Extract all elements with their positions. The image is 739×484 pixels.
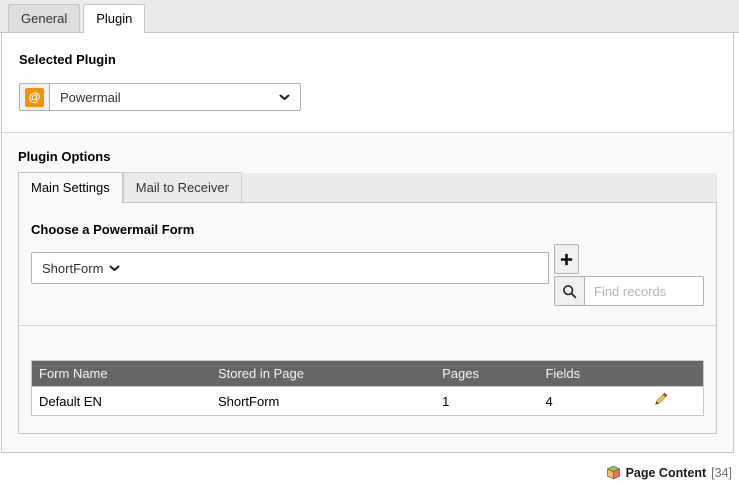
plugin-tab-panel: Selected Plugin @ Powermail Plugin Optio… [1, 33, 734, 453]
record-info-footer: Page Content [34] [0, 465, 732, 480]
edit-record-button[interactable] [653, 392, 668, 407]
cell-stored-in-page: ShortForm [211, 387, 435, 416]
search-button[interactable] [554, 276, 584, 306]
content-cube-icon [606, 465, 621, 480]
selected-plugin-fieldset: Selected Plugin @ Powermail [2, 33, 733, 132]
chevron-down-icon [109, 265, 120, 272]
table-header-row: Form Name Stored in Page Pages Fields [32, 361, 704, 387]
powermail-at-icon: @ [25, 88, 44, 107]
record-type-label: Page Content [626, 466, 707, 480]
main-settings-panel: Choose a Powermail Form ShortForm [18, 203, 717, 434]
choose-form-label: Choose a Powermail Form [31, 222, 704, 237]
plus-icon [560, 253, 573, 266]
record-tabbar: General Plugin [0, 0, 739, 33]
flexform-tabbar: Main Settings Mail to Receiver [18, 173, 717, 203]
cell-fields: 4 [538, 387, 637, 416]
forms-table: Form Name Stored in Page Pages Fields De… [31, 360, 704, 416]
forms-table-section: Form Name Stored in Page Pages Fields De… [19, 326, 716, 433]
find-records-input[interactable] [584, 276, 704, 306]
table-row: Default EN ShortForm 1 4 [32, 387, 704, 416]
edit-pencil-icon [653, 392, 668, 407]
plugin-options-label: Plugin Options [18, 149, 717, 164]
selected-plugin-addon: @ [19, 83, 49, 111]
selected-plugin-select[interactable]: Powermail [49, 83, 301, 111]
tab-plugin[interactable]: Plugin [83, 4, 145, 33]
selected-plugin-value: Powermail [60, 90, 273, 105]
plugin-options-fieldset: Plugin Options Main Settings Mail to Rec… [2, 132, 733, 452]
find-records-group [554, 276, 704, 306]
record-toolbar [554, 244, 704, 306]
add-record-button[interactable] [554, 244, 579, 274]
selected-plugin-label: Selected Plugin [19, 52, 716, 67]
tab-general[interactable]: General [8, 4, 80, 32]
selected-plugin-select-group: @ Powermail [19, 83, 301, 111]
tab-main-settings[interactable]: Main Settings [18, 172, 123, 203]
chevron-down-icon [279, 94, 290, 101]
header-form-name: Form Name [32, 361, 211, 387]
cell-pages: 1 [435, 387, 538, 416]
header-stored-in-page: Stored in Page [211, 361, 435, 387]
tab-mail-to-receiver[interactable]: Mail to Receiver [123, 172, 242, 202]
record-uid: [34] [711, 466, 732, 480]
header-actions [638, 361, 704, 387]
search-icon [562, 284, 577, 299]
powermail-form-select[interactable]: ShortForm [31, 252, 549, 284]
cell-actions [638, 387, 704, 416]
powermail-form-value: ShortForm [42, 261, 103, 276]
header-pages: Pages [435, 361, 538, 387]
form-select-row: ShortForm [31, 244, 704, 306]
form-select-section: Choose a Powermail Form ShortForm [19, 203, 716, 325]
cell-form-name: Default EN [32, 387, 211, 416]
header-fields: Fields [538, 361, 637, 387]
